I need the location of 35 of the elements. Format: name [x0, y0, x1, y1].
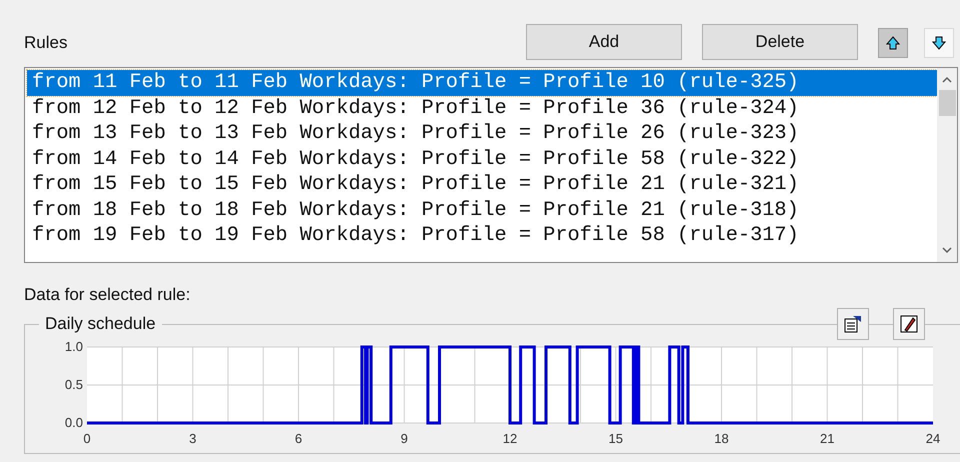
scrollbar[interactable] — [937, 68, 957, 262]
x-tick-label: 15 — [608, 431, 623, 446]
add-button[interactable]: Add — [526, 24, 682, 60]
rule-item[interactable]: from 19 Feb to 19 Feb Workdays: Profile = Profile 58 (rule-317) — [27, 223, 937, 248]
down-arrow-icon — [931, 35, 947, 51]
y-tick-label: 0.0 — [64, 415, 83, 430]
y-tick-label: 1.0 — [64, 339, 83, 354]
selected-rule-label: Data for selected rule: — [24, 285, 190, 304]
scroll-thumb[interactable] — [938, 90, 956, 116]
rules-label: Rules — [24, 32, 68, 54]
x-tick-label: 6 — [294, 431, 302, 446]
x-tick-label: 9 — [400, 431, 408, 446]
x-tick-label: 0 — [83, 431, 91, 446]
x-tick-label: 3 — [189, 431, 196, 446]
edit-button[interactable] — [893, 308, 925, 340]
scroll-down-icon[interactable] — [942, 246, 952, 254]
rule-item[interactable]: from 11 Feb to 11 Feb Workdays: Profile = Profile 10 (rule-325) — [27, 70, 937, 96]
x-tick-label: 24 — [926, 431, 940, 446]
x-tick-label: 18 — [714, 431, 729, 446]
properties-button[interactable] — [837, 308, 869, 340]
up-arrow-icon — [885, 35, 901, 51]
y-tick-label: 0.5 — [64, 377, 83, 392]
x-tick-label: 21 — [820, 431, 834, 446]
delete-button[interactable]: Delete — [702, 24, 858, 60]
properties-icon — [843, 314, 863, 334]
rule-item[interactable]: from 18 Feb to 18 Feb Workdays: Profile = Profile 21 (rule-318) — [27, 198, 937, 223]
rule-item[interactable]: from 12 Feb to 12 Feb Workdays: Profile = Profile 36 (rule-324) — [27, 96, 937, 121]
rule-item[interactable]: from 15 Feb to 15 Feb Workdays: Profile = Profile 21 (rule-321) — [27, 172, 937, 198]
rule-item[interactable]: from 14 Feb to 14 Feb Workdays: Profile = Profile 58 (rule-322) — [27, 146, 937, 172]
rule-item[interactable]: from 13 Feb to 13 Feb Workdays: Profile = Profile 26 (rule-323) — [27, 121, 937, 146]
move-up-button[interactable] — [878, 28, 908, 58]
x-tick-label: 12 — [502, 431, 518, 446]
scroll-up-icon[interactable] — [942, 76, 952, 84]
move-down-button[interactable] — [924, 28, 954, 58]
pencil-icon — [899, 314, 919, 334]
